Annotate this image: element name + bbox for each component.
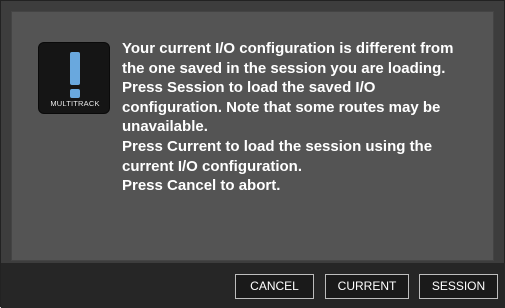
message-line: unavailable. xyxy=(122,118,208,136)
io-configuration-dialog: MULTITRACK Your current I/O configuratio… xyxy=(0,0,505,308)
icon-caption: MULTITRACK xyxy=(50,99,100,108)
message-line: current I/O configuration. xyxy=(122,157,303,175)
message-line: Your current I/O configuration is differ… xyxy=(122,40,454,57)
message-line: Press Cancel to abort. xyxy=(122,177,281,195)
current-button[interactable]: CURRENT xyxy=(325,274,409,299)
exclamation-icon xyxy=(70,52,80,85)
multitrack-app-icon: MULTITRACK xyxy=(38,42,110,114)
dialog-message: Your current I/O configuration is differ… xyxy=(122,39,505,196)
dialog-button-bar: CANCEL CURRENT SESSION xyxy=(1,263,505,308)
message-line: Press Session to load the saved I/O xyxy=(122,79,376,97)
exclamation-dot xyxy=(70,89,80,98)
message-line: configuration. Note that some routes may… xyxy=(122,98,441,116)
cancel-button[interactable]: CANCEL xyxy=(235,274,314,299)
session-button[interactable]: SESSION xyxy=(419,274,498,299)
dialog-content-panel: MULTITRACK Your current I/O configuratio… xyxy=(11,11,494,261)
message-line: the one saved in the session you are loa… xyxy=(122,59,446,77)
message-line: Press Current to load the session using … xyxy=(122,137,433,155)
